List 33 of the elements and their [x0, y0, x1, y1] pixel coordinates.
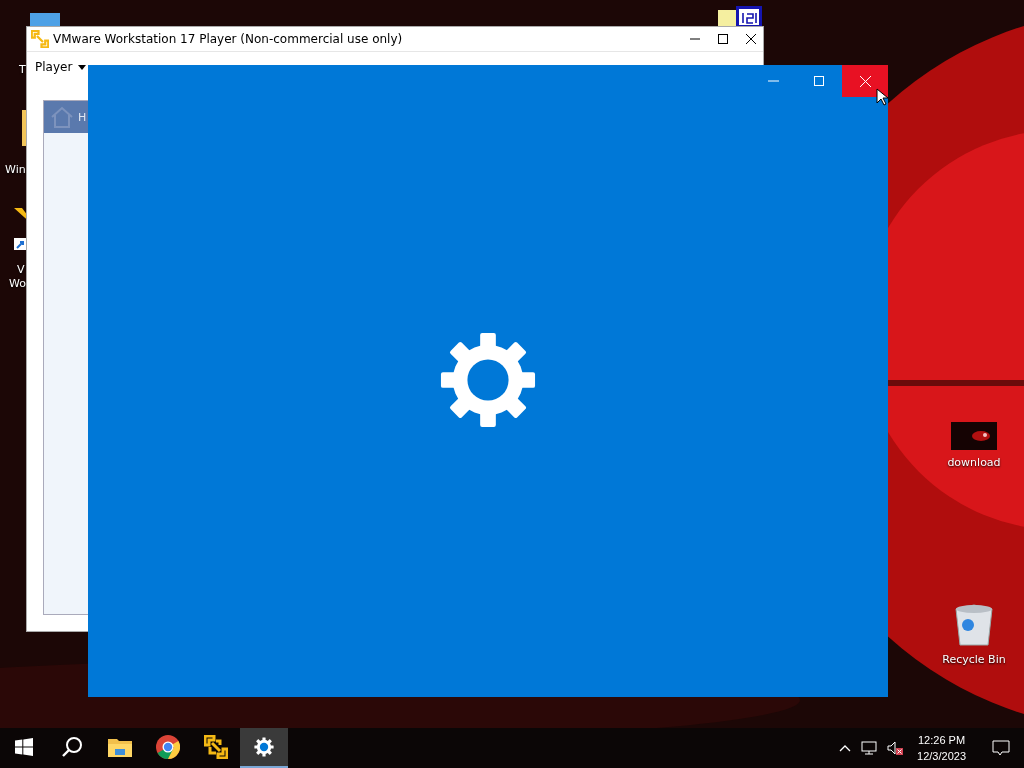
search-icon: [61, 736, 83, 758]
desktop-icon-label: Recycle Bin: [942, 653, 1006, 666]
mouse-cursor-icon: [876, 88, 888, 106]
close-icon: [746, 34, 756, 44]
close-icon: [859, 75, 871, 87]
caret-icon: [839, 744, 852, 752]
muted-speaker-icon: [887, 741, 904, 755]
notification-icon: [992, 740, 1010, 756]
maximize-icon: [718, 34, 728, 44]
desktop-icon-label: Wo: [9, 277, 26, 290]
folder-icon: [108, 737, 132, 757]
recycle-bin-icon: [954, 603, 994, 647]
desktop-icon-label: download: [947, 456, 1001, 469]
gear-icon: [254, 737, 274, 757]
vmware-icon: [204, 735, 228, 759]
gear-icon: [439, 331, 537, 429]
video-thumbnail-icon: [951, 422, 997, 450]
taskbar-button[interactable]: [240, 728, 288, 768]
player-menu[interactable]: Player: [33, 58, 89, 76]
caret-icon: [78, 64, 87, 70]
desktop-icon-label: Win: [5, 163, 26, 176]
network-icon: [861, 741, 878, 755]
vmware-icon: [31, 30, 49, 48]
clock[interactable]: 12:26 PM 12/3/2023: [911, 734, 972, 762]
maximize-icon: [814, 76, 824, 86]
home-icon: [50, 106, 74, 128]
chrome-icon: [156, 735, 180, 759]
home-item[interactable]: H: [44, 101, 90, 133]
desktop-icon: [30, 13, 60, 27]
desktop-icon-label: T: [19, 63, 26, 76]
window-title: VMware Workstation 17 Player (Non-commercial use only): [53, 32, 404, 46]
desktop-icon-label: V: [17, 263, 25, 276]
windows-logo-icon: [15, 738, 33, 756]
